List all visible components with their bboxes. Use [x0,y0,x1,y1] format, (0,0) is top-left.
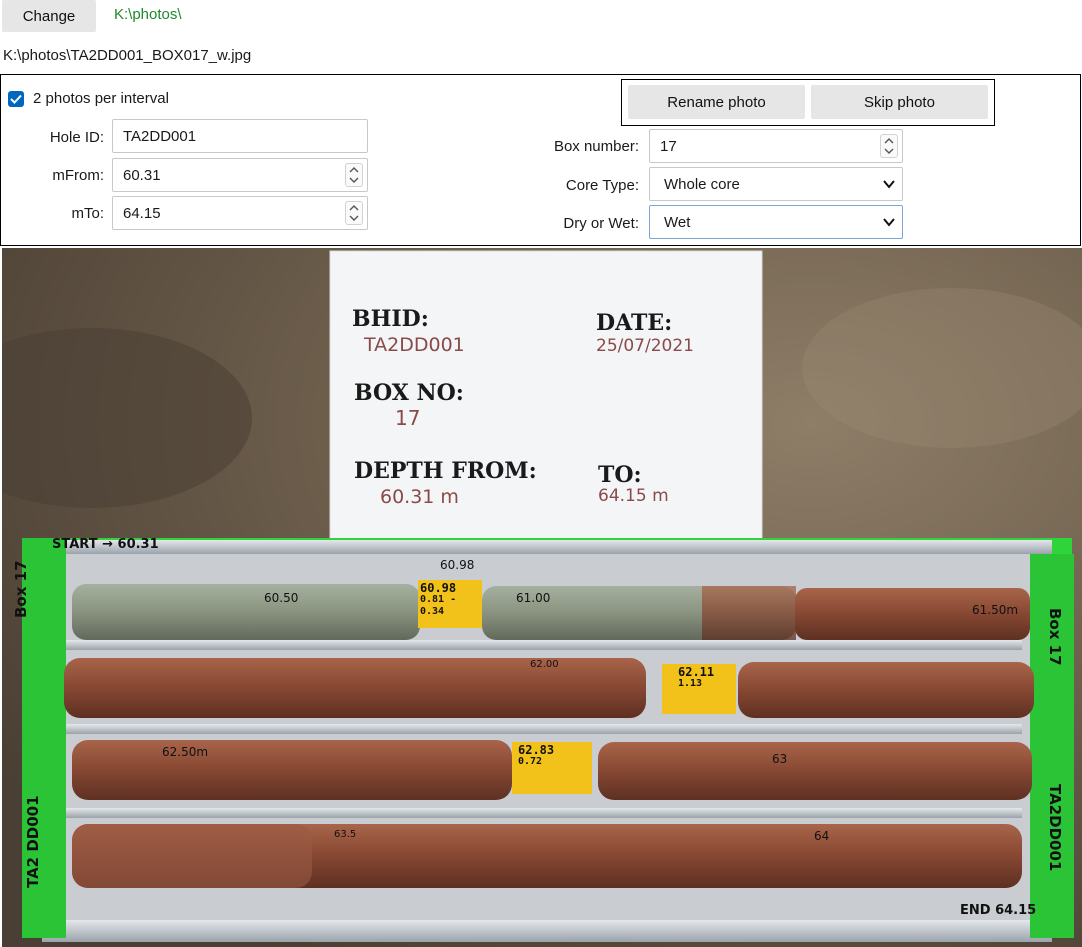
change-folder-button[interactable]: Change [2,0,96,32]
core-mark: 63 [772,752,788,766]
skip-photo-button[interactable]: Skip photo [811,85,988,119]
box-number-label: Box number: [553,138,639,155]
core-type-select[interactable]: Whole core [649,167,903,201]
hole-id-input[interactable]: TA2DD001 [112,119,368,153]
mto-spinner[interactable] [345,201,363,225]
hole-id-label: Hole ID: [49,129,104,146]
box-number-value: 17 [660,137,677,155]
photo-action-group: Rename photo Skip photo [621,79,995,126]
mfrom-input[interactable]: 60.31 [112,158,368,192]
chevron-down-icon [883,180,895,189]
board-to-label: TO: [598,462,642,488]
dry-wet-select[interactable]: Wet [649,205,903,239]
tray-top-rail-mark: 60.98 [440,558,475,572]
board-box-label: BOX NO: [354,380,464,406]
chevron-down-icon [883,218,895,227]
depth-block-label: 62.11 1.13 [678,666,734,690]
board-depth-value: 60.31 m [380,486,459,508]
core-mark: 63.5 [334,829,357,840]
dry-wet-label: Dry or Wet: [563,215,639,232]
core-type-value: Whole core [664,175,740,193]
depth-block-line1: 62.11 [678,665,715,679]
spinner-arrows-icon [884,138,894,154]
board-depth-label: DEPTH FROM: [354,458,537,484]
depth-block-line1: 60.98 [420,581,457,595]
mfrom-label: mFrom: [52,167,104,184]
mfrom-spinner[interactable] [345,163,363,187]
core-tray-photo: BHID: TA2DD001 DATE: 25/07/2021 BOX NO: … [2,248,1082,947]
depth-block-line2: 0.72 [518,756,543,767]
depth-block-line2: 1.13 [678,678,703,689]
spinner-arrows-icon [349,205,359,221]
depth-block-line2: 0.81 - 0.34 [420,594,457,617]
tray-right-label-top: Box 17 [1046,608,1064,666]
photos-per-interval-label: 2 photos per interval [33,90,169,107]
depth-block-label: 60.98 0.81 - 0.34 [420,582,480,618]
core-mark: 62.00 [530,659,559,670]
folder-path: K:\photos\ [114,6,182,23]
hole-id-value: TA2DD001 [123,127,197,145]
tray-left-label-bottom: TA2 DD001 [24,795,42,888]
core-mark: 61.00 [516,591,551,605]
photo-metadata-panel: 2 photos per interval Hole ID: TA2DD001 … [0,74,1081,246]
box-number-input[interactable]: 17 [649,129,903,163]
core-mark: 61.50m [972,603,1019,617]
core-type-label: Core Type: [565,177,639,194]
depth-block-line1: 62.83 [518,743,555,757]
board-date-value: 25/07/2021 [596,336,694,356]
current-file-path: K:\photos\TA2DD001_BOX017_w.jpg [3,47,252,64]
board-to-value: 64.15 m [598,486,669,506]
board-bhid-value: TA2DD001 [364,334,465,356]
tray-right-label-bottom: TA2DD001 [1046,784,1064,872]
photos-per-interval-checkbox[interactable] [8,91,24,107]
mfrom-value: 60.31 [123,166,161,184]
core-mark: 60.50 [264,591,299,605]
tray-end-mark: END 64.15 [960,903,1037,918]
mto-value: 64.15 [123,204,161,222]
board-box-value: 17 [395,406,421,430]
rename-photo-button[interactable]: Rename photo [628,85,805,119]
depth-block-label: 62.83 0.72 [518,744,588,768]
mto-label: mTo: [71,205,104,222]
board-date-label: DATE: [596,310,673,336]
core-mark: 64 [814,829,830,843]
tray-left-label-top: Box 17 [12,560,30,618]
mto-input[interactable]: 64.15 [112,196,368,230]
dry-wet-value: Wet [664,213,691,231]
box-number-spinner[interactable] [880,134,898,158]
tray-start-mark: START → 60.31 [52,537,159,552]
check-icon [10,94,22,104]
core-mark: 62.50m [162,745,209,759]
board-bhid-label: BHID: [352,306,429,332]
spinner-arrows-icon [349,167,359,183]
